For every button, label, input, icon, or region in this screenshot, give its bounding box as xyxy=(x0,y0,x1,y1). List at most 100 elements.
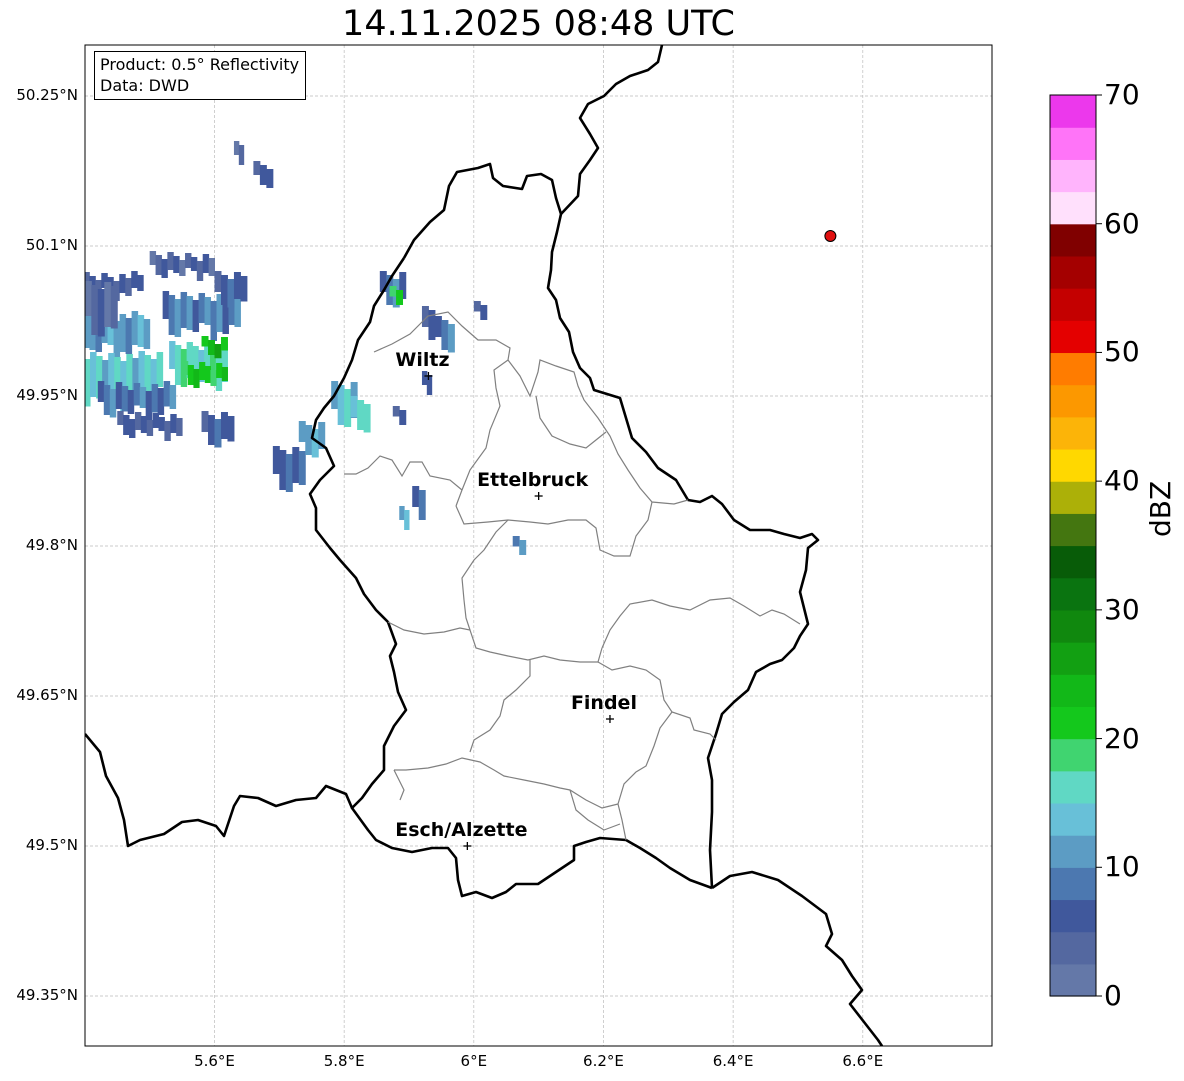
colorbar-segment xyxy=(1050,577,1096,611)
colorbar-tick-label: 60 xyxy=(1104,206,1140,240)
echo-cell xyxy=(90,352,97,397)
echo-cell xyxy=(133,383,141,406)
echo-cell xyxy=(108,353,115,391)
colorbar-tick-label: 70 xyxy=(1104,78,1140,111)
echo-cell xyxy=(104,282,112,327)
echo-cell xyxy=(473,301,481,312)
luxembourg-border xyxy=(402,162,820,889)
echo-cell xyxy=(119,274,126,293)
echo-cell xyxy=(305,425,313,455)
lat-tick-label: 49.8°N xyxy=(25,536,78,554)
echo-cell xyxy=(350,396,358,417)
echo-cell xyxy=(169,341,176,369)
echo-cell xyxy=(174,345,182,385)
colorbar-segment xyxy=(1050,867,1096,901)
canton-boundary xyxy=(393,769,405,801)
echo-cell xyxy=(174,299,182,337)
echo-cell xyxy=(97,289,105,337)
echo-cell xyxy=(125,318,133,354)
colorbar-segment xyxy=(1050,738,1096,772)
canton-boundary xyxy=(387,621,603,663)
colorbar-segment xyxy=(1050,448,1096,482)
data-source-text: Data: DWD xyxy=(100,76,190,95)
canton-boundary xyxy=(617,711,673,841)
echo-cell xyxy=(192,300,200,332)
city-label: Ettelbruck xyxy=(477,469,588,491)
echo-cell xyxy=(210,370,217,386)
echo-cell xyxy=(220,275,228,305)
echo-cell xyxy=(389,286,397,297)
colorbar-segment xyxy=(1050,481,1096,514)
canton-boundary xyxy=(535,395,607,449)
colorbar-segment xyxy=(1050,352,1096,386)
echo-cell xyxy=(233,272,241,299)
colorbar-segment xyxy=(1050,706,1096,740)
echo-cell xyxy=(227,416,235,442)
colorbar-segment xyxy=(1050,802,1096,836)
colorbar-segment xyxy=(1050,545,1096,579)
echo-cell xyxy=(140,416,148,433)
gridlines xyxy=(85,45,992,1046)
echo-cell xyxy=(143,319,151,349)
echo-cell xyxy=(169,385,177,409)
echo-cell xyxy=(519,540,527,555)
echo-cell xyxy=(399,506,405,520)
echo-cell xyxy=(199,362,206,380)
colorbar-label: dBZ xyxy=(1144,480,1177,537)
colorbar-tick-label: 40 xyxy=(1104,464,1140,498)
city-label: Wiltz xyxy=(395,349,449,371)
colorbar-segment xyxy=(1050,416,1096,450)
city-label: Findel xyxy=(571,692,637,714)
echo-cell xyxy=(201,411,209,432)
product-text: Product: 0.5° Reflectivity xyxy=(100,55,300,74)
echo-cell xyxy=(259,165,267,185)
echo-cell xyxy=(344,389,352,427)
colorbar-segment xyxy=(1050,770,1096,804)
city-label: Esch/Alzette xyxy=(395,819,527,841)
colorbar-segment xyxy=(1050,899,1096,933)
echo-cell xyxy=(134,412,142,430)
echo-cell xyxy=(208,415,215,445)
echo-cell xyxy=(97,381,105,402)
echo-cell xyxy=(71,275,77,295)
radar-echoes xyxy=(71,141,527,555)
colorbar-segment xyxy=(1050,513,1096,547)
echo-cell xyxy=(161,259,168,278)
echo-cell xyxy=(110,286,118,329)
echo-cell xyxy=(292,447,300,483)
lat-tick-label: 49.5°N xyxy=(25,836,78,854)
echo-cell xyxy=(117,411,124,425)
echo-cell xyxy=(163,381,171,407)
echo-cell xyxy=(421,371,428,385)
echo-cell xyxy=(357,400,365,430)
lon-tick-label: 6.2°E xyxy=(583,1052,624,1070)
echo-cell xyxy=(139,387,147,408)
echo-cell xyxy=(204,366,211,383)
colorbar-segment xyxy=(1050,384,1096,418)
lat-tick-label: 49.65°N xyxy=(16,686,78,704)
canton-boundary xyxy=(344,455,463,491)
germany-border-south xyxy=(711,870,884,1046)
country-borders xyxy=(85,45,884,1046)
echo-cell xyxy=(233,141,240,155)
echo-cell xyxy=(392,406,400,417)
colorbar-segment xyxy=(1050,674,1096,707)
echo-cell xyxy=(363,404,371,433)
echo-cell xyxy=(77,279,83,298)
echo-cell xyxy=(196,261,204,281)
echo-cell xyxy=(210,301,217,341)
echo-cell xyxy=(103,385,111,415)
colorbar-segment xyxy=(1050,963,1096,997)
colorbar-tick-label: 0 xyxy=(1104,979,1122,1012)
echo-cell xyxy=(152,413,160,428)
echo-cell xyxy=(85,281,92,316)
echo-cell xyxy=(173,256,180,273)
colorbar-segment xyxy=(1050,288,1096,321)
city-markers: Wiltz Ettelbruck Findel Esch/Alzette xyxy=(395,349,637,850)
germany-border-north xyxy=(560,45,664,215)
echo-cell xyxy=(167,252,174,270)
colorbar-segment xyxy=(1050,223,1096,257)
colorbar-segment xyxy=(1050,931,1096,965)
lat-tick-label: 49.35°N xyxy=(16,986,78,1004)
echo-cell xyxy=(186,296,194,330)
